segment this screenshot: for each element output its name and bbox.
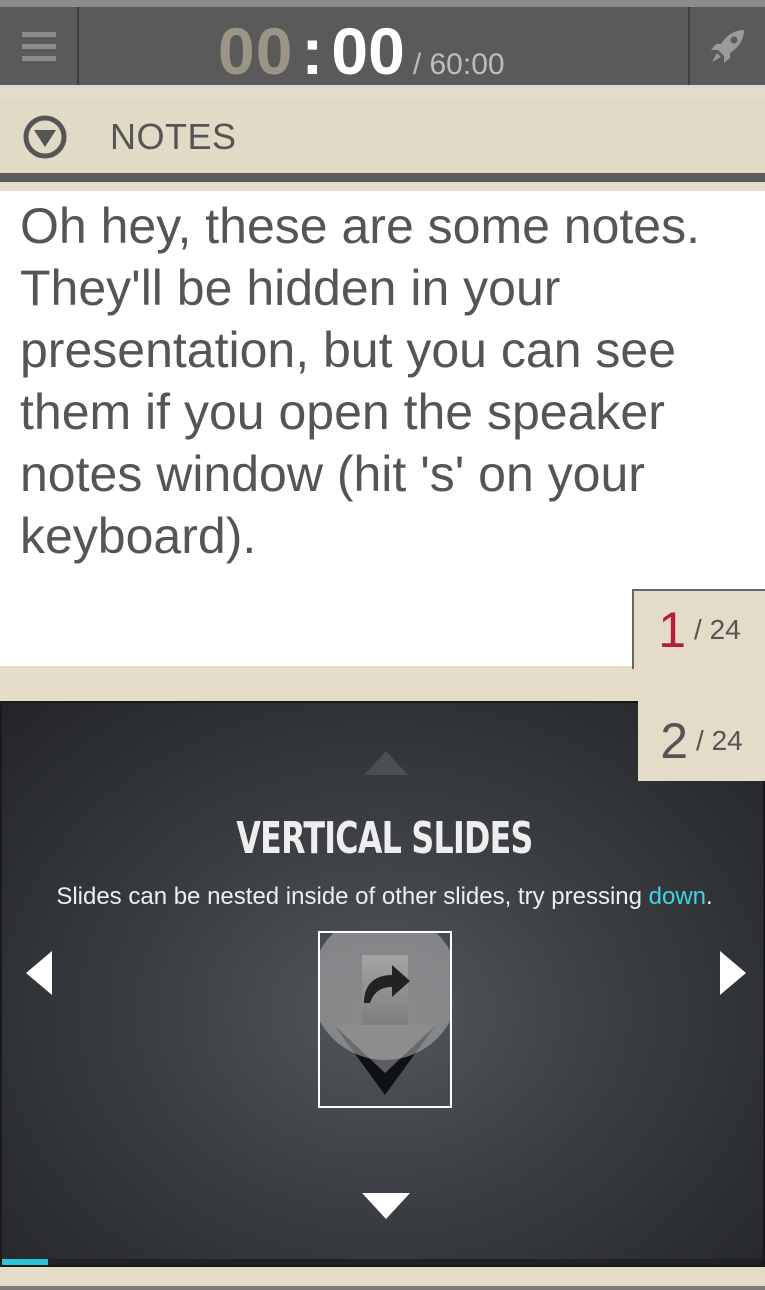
bottom-divider — [0, 1286, 765, 1290]
timer-total: / 60:00 — [412, 48, 505, 81]
current-slide-counter: 1/ 24 — [632, 589, 765, 669]
current-slide-total: / 24 — [694, 614, 741, 645]
current-slide-number: 1 — [658, 602, 687, 658]
upcoming-slide-counter: 2/ 24 — [638, 700, 765, 781]
slide-subtitle-text: Slides can be nested inside of other sli… — [56, 883, 649, 910]
slide-progress-fill — [2, 1259, 48, 1265]
upcoming-slide-preview[interactable]: VERTICAL SLIDES Slides can be nested ins… — [0, 701, 765, 1267]
pace-button[interactable] — [688, 7, 765, 85]
down-arrow-illustration-icon — [320, 933, 450, 1095]
slide-subtitle: Slides can be nested inside of other sli… — [2, 883, 763, 911]
collapse-circle-icon[interactable] — [22, 114, 68, 160]
rocket-icon — [710, 30, 744, 63]
elapsed-timer[interactable]: 00:00/ 60:00 — [218, 13, 505, 89]
nav-up-arrow-icon[interactable] — [364, 751, 408, 775]
menu-button[interactable] — [0, 7, 79, 85]
hamburger-menu-icon — [21, 31, 56, 61]
upcoming-slide-number: 2 — [660, 712, 689, 769]
slide-progress-bar — [2, 1259, 763, 1265]
upcoming-slide-total: / 24 — [696, 724, 743, 756]
nav-down-arrow-icon[interactable] — [362, 1193, 410, 1219]
timer-separator: : — [301, 14, 324, 88]
slide-subtitle-end: . — [706, 883, 713, 910]
slide-subtitle-link[interactable]: down — [649, 883, 706, 910]
notes-label: NOTES — [110, 115, 237, 157]
speaker-notes-text: Oh hey, these are some notes. They'll be… — [20, 198, 701, 564]
timer-seconds: 00 — [331, 14, 405, 88]
timer-bar: 00:00/ 60:00 — [0, 0, 765, 88]
timer-minutes: 00 — [218, 14, 294, 88]
nav-right-arrow-icon[interactable] — [720, 951, 746, 995]
notes-header[interactable]: NOTES — [0, 100, 765, 182]
slide-title: VERTICAL SLIDES — [236, 813, 533, 864]
arrow-illustration-frame — [318, 931, 452, 1108]
nav-left-arrow-icon[interactable] — [26, 951, 52, 995]
